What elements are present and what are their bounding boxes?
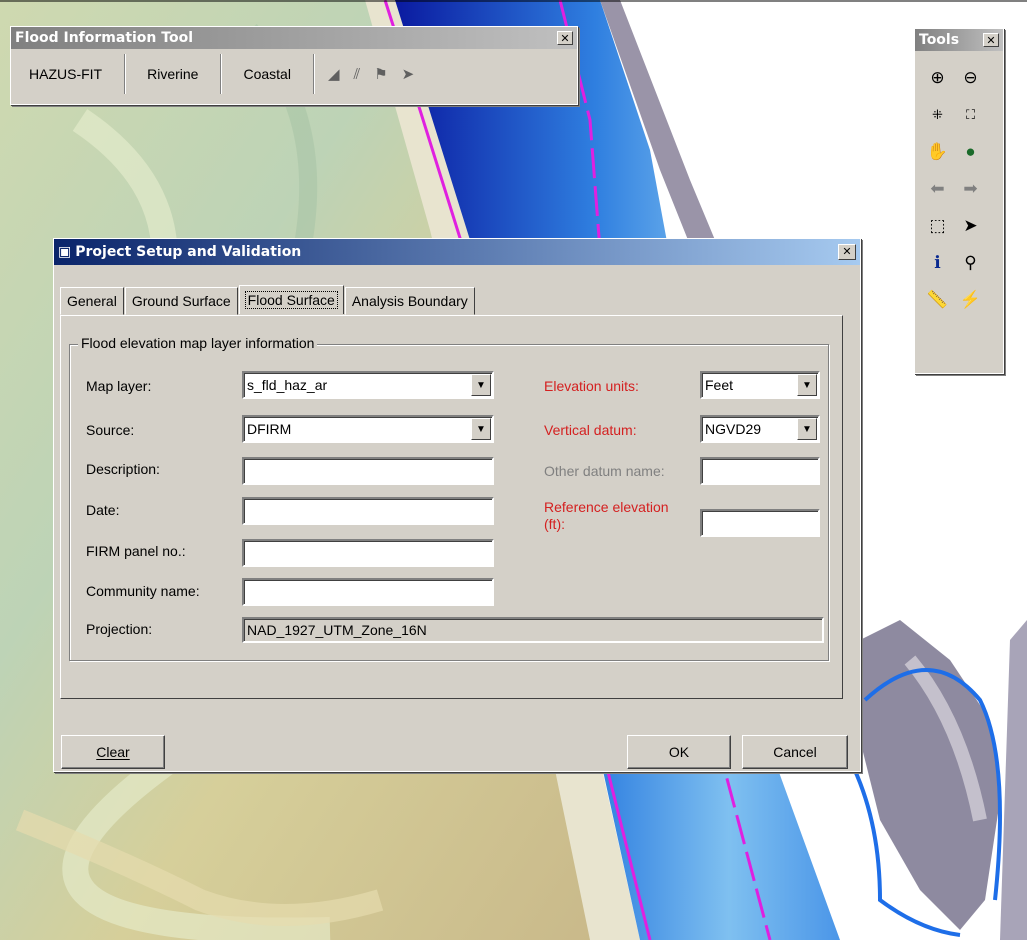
map-layer-label: Map layer:: [86, 378, 152, 394]
other-datum-field[interactable]: [700, 457, 820, 485]
chevron-down-icon[interactable]: ▼: [797, 374, 817, 396]
tab-flood-surface[interactable]: Flood Surface: [238, 285, 344, 314]
zoom-out-icon[interactable]: ⊖: [960, 67, 982, 89]
fit-titlebar[interactable]: Flood Information Tool ✕: [11, 27, 577, 49]
identify-icon[interactable]: ℹ: [927, 252, 949, 274]
hyperlink-icon[interactable]: ⚡: [960, 289, 982, 311]
source-select[interactable]: DFIRM ▼: [242, 415, 494, 443]
chevron-down-icon[interactable]: ▼: [471, 418, 491, 440]
tools-window: Tools ✕ ⊕ ⊖ ⁜ ⛶ ✋ ● ⬅ ➡ ⬚ ➤ ℹ ⚲ 📏 ⚡: [914, 28, 1004, 374]
riverine-label: Riverine: [147, 66, 199, 82]
tab-general-label: General: [67, 293, 117, 309]
chevron-down-icon[interactable]: ▼: [797, 418, 817, 440]
tools-titlebar[interactable]: Tools ✕: [915, 29, 1003, 51]
close-icon[interactable]: ✕: [557, 31, 573, 45]
select-elements-icon[interactable]: ➤: [960, 215, 982, 237]
reference-elevation-field[interactable]: [700, 509, 820, 537]
back-icon[interactable]: ⬅: [927, 178, 949, 200]
ok-label: OK: [668, 744, 690, 760]
coastal-label: Coastal: [243, 66, 291, 82]
flood-surface-panel: Flood elevation map layer information Ma…: [60, 315, 843, 699]
tools-title: Tools: [919, 32, 960, 48]
elevation-units-select[interactable]: Feet ▼: [700, 371, 820, 399]
dialog-titlebar[interactable]: ▣ Project Setup and Validation ✕: [54, 239, 860, 265]
fit-icon-group: ◢ ⫽ ⚑ ➤: [314, 65, 415, 84]
cancel-label: Cancel: [773, 744, 817, 760]
clear-button[interactable]: Clear: [61, 735, 165, 769]
source-label: Source:: [86, 422, 135, 438]
community-name-field[interactable]: [242, 578, 494, 606]
zoom-out-fixed-icon[interactable]: ⛶: [960, 104, 982, 126]
firm-panel-label: FIRM panel no.:: [86, 543, 186, 559]
measure-icon[interactable]: 📏: [927, 289, 949, 311]
ok-button[interactable]: OK: [627, 735, 731, 769]
description-label: Description:: [86, 461, 160, 477]
tab-ground-surface[interactable]: Ground Surface: [124, 287, 238, 315]
reference-elevation-label: Reference elevation (ft):: [544, 499, 669, 532]
date-field[interactable]: [242, 497, 494, 525]
flag-icon[interactable]: ◢: [328, 65, 340, 83]
dialog-app-icon: ▣: [58, 244, 72, 260]
flood-information-tool-window: Flood Information Tool ✕ HAZUS-FIT River…: [10, 26, 578, 105]
tab-analysis-boundary-label: Analysis Boundary: [351, 293, 468, 309]
projection-field: NAD_1927_UTM_Zone_16N: [242, 617, 824, 643]
description-field[interactable]: [242, 457, 494, 485]
projection-value: NAD_1927_UTM_Zone_16N: [247, 622, 427, 638]
elevation-units-value: Feet: [705, 377, 734, 393]
vertical-datum-value: NGVD29: [705, 421, 762, 437]
riverine-button[interactable]: Riverine: [125, 54, 222, 94]
cancel-button[interactable]: Cancel: [742, 735, 848, 769]
close-icon[interactable]: ✕: [838, 244, 856, 260]
fit-toolbar: HAZUS-FIT Riverine Coastal ◢ ⫽ ⚑ ➤: [11, 49, 577, 99]
vertical-datum-select[interactable]: NGVD29 ▼: [700, 415, 820, 443]
full-extent-icon[interactable]: ●: [960, 141, 982, 163]
pan-icon[interactable]: ✋: [927, 141, 949, 163]
date-label: Date:: [86, 502, 120, 518]
group-title: Flood elevation map layer information: [78, 335, 318, 351]
tab-ground-surface-label: Ground Surface: [131, 293, 231, 309]
map-layer-select[interactable]: s_fld_haz_ar ▼: [242, 371, 494, 399]
zoom-in-fixed-icon[interactable]: ⁜: [927, 104, 949, 126]
flood-elevation-group: Flood elevation map layer information Ma…: [69, 335, 829, 661]
fit-title: Flood Information Tool: [15, 30, 193, 46]
dialog-title: Project Setup and Validation: [75, 244, 302, 260]
community-name-label: Community name:: [86, 583, 200, 599]
zoom-in-icon[interactable]: ⊕: [927, 67, 949, 89]
tab-analysis-boundary[interactable]: Analysis Boundary: [344, 287, 475, 315]
tab-strip: General Ground Surface Flood Surface Ana…: [60, 285, 476, 315]
vertical-datum-label: Vertical datum:: [544, 422, 637, 438]
tab-general[interactable]: General: [60, 287, 124, 315]
other-datum-label: Other datum name:: [544, 463, 665, 479]
coastal-button[interactable]: Coastal: [221, 54, 314, 94]
hazus-fit-label: HAZUS-FIT: [29, 66, 103, 82]
pointer-icon[interactable]: ➤: [402, 65, 415, 83]
forward-icon[interactable]: ➡: [960, 178, 982, 200]
chevron-down-icon[interactable]: ▼: [471, 374, 491, 396]
select-features-icon[interactable]: ⬚: [927, 215, 949, 237]
stripe-tool-icon[interactable]: ⫽: [353, 66, 360, 83]
elevation-units-label: Elevation units:: [544, 378, 639, 394]
hazus-fit-button[interactable]: HAZUS-FIT: [11, 54, 126, 94]
tab-flood-surface-label: Flood Surface: [244, 291, 338, 309]
close-icon[interactable]: ✕: [983, 33, 999, 47]
source-value: DFIRM: [247, 421, 292, 437]
project-setup-dialog: ▣ Project Setup and Validation ✕ General…: [53, 238, 861, 772]
projection-label: Projection:: [86, 621, 153, 637]
find-icon[interactable]: ⚲: [960, 252, 982, 274]
map-layer-value: s_fld_haz_ar: [247, 377, 328, 393]
clear-label: Clear: [96, 744, 130, 760]
tools-grid: ⊕ ⊖ ⁜ ⛶ ✋ ● ⬅ ➡ ⬚ ➤ ℹ ⚲ 📏 ⚡: [915, 51, 1003, 326]
flag-arrow-icon[interactable]: ⚑: [374, 65, 387, 83]
firm-panel-field[interactable]: [242, 539, 494, 567]
